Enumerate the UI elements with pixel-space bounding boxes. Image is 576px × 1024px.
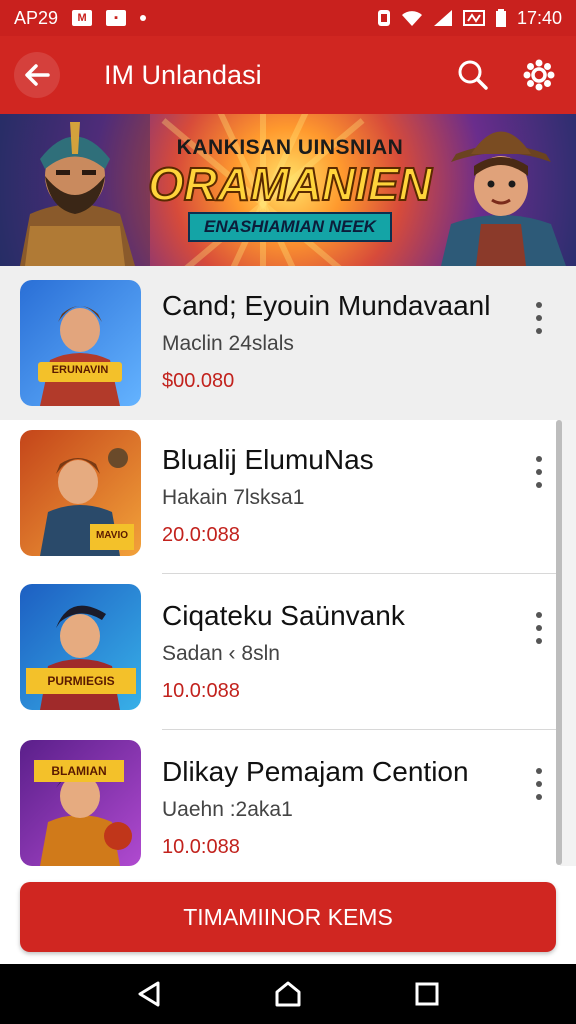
page-title: IM Unlandasi [104, 59, 262, 90]
thumb-label: PURMIEGIS [47, 674, 115, 688]
system-nav-bar [0, 964, 576, 1024]
list-item[interactable]: PURMIEGIS Ciqateku Saünvank Sadan ‹ 8sln… [0, 574, 560, 730]
notification-icon-2: ▪ [106, 10, 127, 26]
thumb-label: ERUNAVIN [51, 364, 109, 376]
banner-text: KANKISAN UINSNIAN ORAMANIEN ENASHIAMIAN … [140, 136, 440, 242]
signal-icon [433, 10, 452, 26]
nav-home-button[interactable] [263, 969, 313, 1019]
search-button[interactable] [450, 52, 496, 98]
item-price: 20.0:088 [162, 524, 240, 546]
item-subtitle: Sadan ‹ 8sln [162, 642, 280, 665]
list-item[interactable]: ERUNAVIN Cand; Eyouin Mundavaanl Maclin … [0, 266, 576, 420]
more-vertical-icon [536, 611, 542, 618]
item-title: Ciqateku Saünvank [162, 600, 405, 631]
game-art-icon [38, 306, 122, 406]
nav-home-icon [275, 981, 301, 1007]
banner-main-text: ORAMANIEN [147, 158, 433, 210]
primary-action-button[interactable]: TIMAMIINOR KEMS [20, 882, 556, 952]
clock-text: 17:40 [516, 7, 562, 28]
item-subtitle: Hakain 7lsksa1 [162, 486, 305, 509]
game-thumbnail: ERUNAVIN [20, 280, 141, 406]
nav-back-icon [138, 981, 160, 1007]
search-icon [458, 60, 488, 90]
more-options-button[interactable] [528, 608, 550, 648]
item-price: 10.0:088 [162, 836, 240, 858]
game-art-icon [26, 605, 136, 710]
game-list: ERUNAVIN Cand; Eyouin Mundavaanl Maclin … [0, 266, 576, 866]
battery-icon [495, 9, 506, 27]
item-subtitle: Maclin 24slals [162, 332, 294, 355]
list-scrollbar[interactable] [556, 420, 562, 865]
status-bar: AP29 M ▪ 17:40 [0, 0, 576, 36]
settings-button[interactable] [516, 52, 562, 98]
sim-icon [462, 10, 485, 26]
list-item[interactable]: MAVIO Blualij ElumuNas Hakain 7lsksa1 20… [0, 420, 560, 574]
nav-back-button[interactable] [124, 969, 174, 1019]
back-arrow-icon [25, 64, 50, 86]
warrior-hero-illustration [0, 114, 150, 266]
more-options-button[interactable] [528, 298, 550, 338]
adventurer-hero-illustration [441, 131, 566, 266]
settings-gear-icon [523, 59, 555, 91]
nav-recents-icon [415, 982, 439, 1006]
back-button[interactable] [14, 52, 60, 98]
carrier-text: AP29 [14, 7, 59, 28]
wifi-icon [401, 11, 422, 26]
banner-top-text: KANKISAN UINSNIAN [176, 136, 404, 159]
notification-dot-icon [140, 15, 147, 21]
game-thumbnail: BLAMIAN [20, 740, 141, 866]
thumb-label: BLAMIAN [51, 764, 107, 778]
game-thumbnail: PURMIEGIS [20, 584, 141, 710]
more-options-button[interactable] [528, 452, 550, 492]
bottom-action-area: TIMAMIINOR KEMS [0, 866, 576, 964]
list-item[interactable]: BLAMIAN Dlikay Pemajam Cention Uaehn :2a… [0, 730, 560, 866]
promo-banner[interactable]: KANKISAN UINSNIAN ORAMANIEN ENASHIAMIAN … [0, 114, 576, 266]
item-subtitle: Uaehn :2aka1 [162, 798, 293, 821]
game-art-icon [34, 760, 132, 866]
item-title: Cand; Eyouin Mundavaanl [162, 290, 491, 321]
item-price: 10.0:088 [162, 680, 240, 702]
more-vertical-icon [536, 301, 542, 308]
notification-icon: M [72, 10, 93, 26]
item-title: Blualij ElumuNas [162, 444, 374, 475]
more-vertical-icon [536, 455, 542, 462]
more-options-button[interactable] [528, 764, 550, 804]
game-thumbnail: MAVIO [20, 430, 141, 556]
item-title: Dlikay Pemajam Cention [162, 756, 469, 787]
app-bar: IM Unlandasi [0, 36, 576, 114]
item-price: $00.080 [162, 370, 235, 392]
more-vertical-icon [536, 767, 542, 774]
shield-icon [377, 10, 390, 26]
nav-recents-button[interactable] [402, 969, 452, 1019]
thumb-label: MAVIO [95, 530, 129, 541]
banner-sub-text: ENASHIAMIAN NEEK [188, 212, 392, 242]
